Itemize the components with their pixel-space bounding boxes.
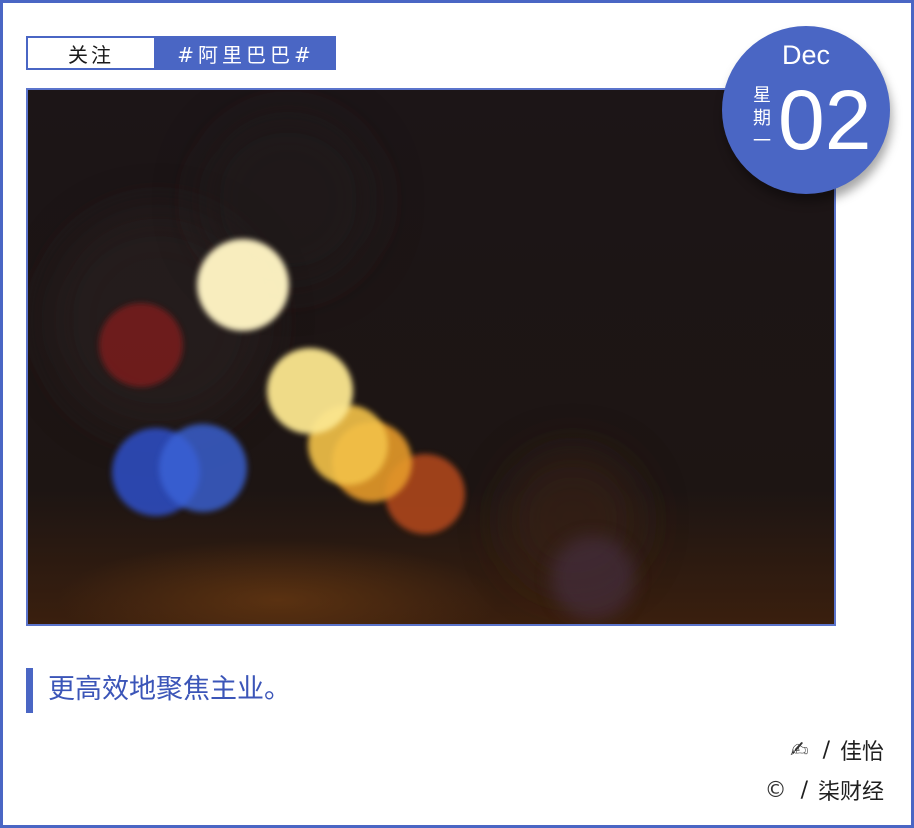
date-day: 02 [778,73,872,167]
copyright-icon: © [764,777,787,803]
date-weekday: 星期一 [753,85,771,152]
source-separator: / [800,777,808,803]
pen-writing-icon: ✍ [790,737,809,763]
source-credit: © / 柒财经 [765,773,884,807]
topic-tag[interactable]: #阿里巴巴# [156,36,336,70]
date-month: Dec [781,40,830,70]
headline: 更高效地聚焦主业。 [48,674,291,705]
bokeh-lights-image [28,90,834,624]
author-separator: / [822,737,830,763]
bokeh-photo [26,88,836,626]
source-name: 柒财经 [817,780,884,805]
date-badge: Dec 星期一 02 [722,26,890,194]
author-name: 佳怡 [839,740,884,765]
headline-accent-bar [26,668,33,713]
tag-bar: 关注 #阿里巴巴# [26,36,336,70]
author-credit: ✍ / 佳怡 [790,733,884,767]
follow-tag[interactable]: 关注 [26,36,156,70]
